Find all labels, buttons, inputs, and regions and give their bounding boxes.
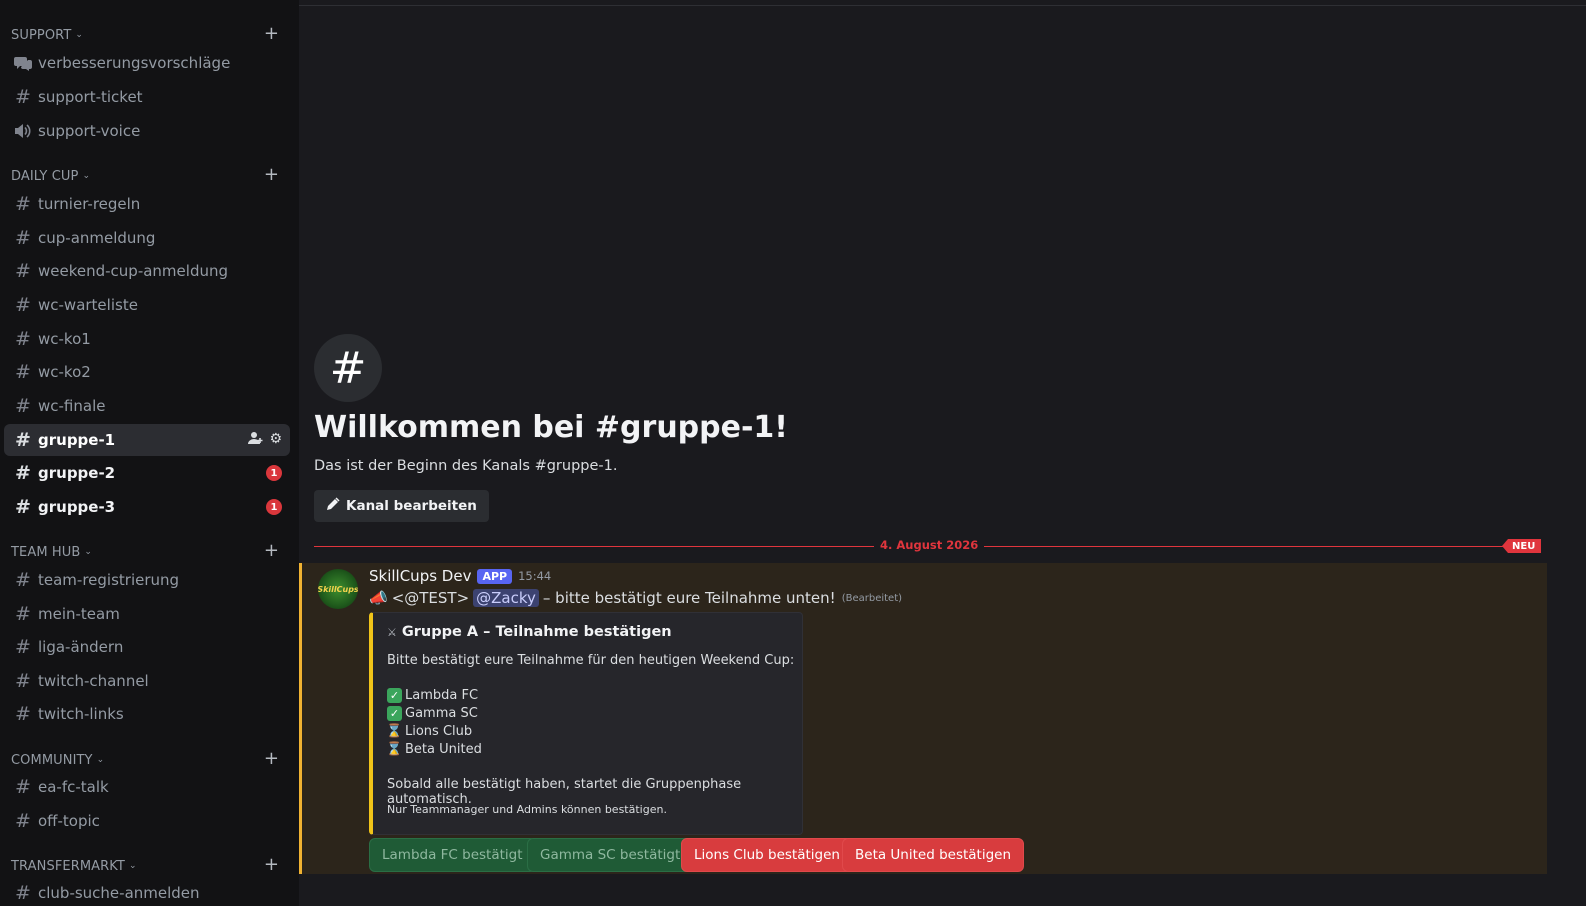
hash-icon: # <box>15 86 31 108</box>
hash-icon: # <box>15 603 31 625</box>
channel-mein-team[interactable]: # mein-team <box>4 598 290 630</box>
new-tag: NEU <box>1502 539 1542 553</box>
hash-icon: # <box>15 569 31 591</box>
unread-badge: 1 <box>266 465 282 481</box>
channel-wc-ko2[interactable]: # wc-ko2 <box>4 356 290 388</box>
channel-off-topic[interactable]: # off-topic <box>4 805 290 837</box>
hash-icon: # <box>15 703 31 725</box>
chevron-down-icon: ⌄ <box>128 861 137 871</box>
embed-card: ⚔ Gruppe A – Teilnahme bestätigen Bitte … <box>369 612 803 835</box>
speaker-icon <box>12 123 34 139</box>
channel-wc-warteliste[interactable]: # wc-warteliste <box>4 289 290 321</box>
hash-icon: # <box>15 882 31 904</box>
embed-title: ⚔ Gruppe A – Teilnahme bestätigen <box>387 624 672 640</box>
channel-weekend-cup-anmeldung[interactable]: # weekend-cup-anmeldung <box>4 255 290 287</box>
hash-icon: # <box>15 260 31 282</box>
category-support[interactable]: SUPPORT ⌄ + <box>11 24 289 45</box>
chevron-down-icon: ⌄ <box>75 30 84 40</box>
channel-ea-fc-talk[interactable]: # ea-fc-talk <box>4 771 290 803</box>
hash-icon: # <box>15 361 31 383</box>
invite-icon[interactable] <box>248 431 263 449</box>
channel-verbesserungsvorschlaege[interactable]: verbesserungsvorschläge <box>4 47 290 79</box>
unread-badge: 1 <box>266 499 282 515</box>
channel-wc-ko1[interactable]: # wc-ko1 <box>4 323 290 355</box>
category-community[interactable]: COMMUNITY ⌄ + <box>11 749 289 770</box>
hash-icon: # <box>15 193 31 215</box>
beta-united-confirm-button[interactable]: Beta United bestätigen <box>842 838 1025 872</box>
message-content: 📣 <@TEST> @Zacky – bitte bestätigt eure … <box>369 589 903 607</box>
welcome-subtitle: Das ist der Beginn des Kanals #gruppe-1. <box>314 458 618 474</box>
author-name[interactable]: SkillCups Dev <box>369 567 471 585</box>
add-channel-icon[interactable]: + <box>264 165 279 185</box>
hash-icon: # <box>15 496 31 518</box>
embed-description: Bitte bestätigt eure Teilnahme für den h… <box>387 653 795 668</box>
lambda-fc-confirmed-button[interactable]: Lambda FC bestätigt <box>369 838 536 872</box>
lions-club-confirm-button[interactable]: Lions Club bestätigen <box>681 838 853 872</box>
header-divider <box>299 5 1586 6</box>
channel-hash-icon: # <box>314 334 382 402</box>
hash-icon: # <box>15 776 31 798</box>
channel-cup-anmeldung[interactable]: # cup-anmeldung <box>4 222 290 254</box>
welcome-title: Willkommen bei #gruppe-1! <box>314 410 788 445</box>
hash-icon: # <box>15 670 31 692</box>
edited-label: (Bearbeitet) <box>841 592 903 604</box>
hash-icon: # <box>15 429 31 451</box>
channel-liga-aendern[interactable]: # liga-ändern <box>4 631 290 663</box>
swords-icon: ⚔ <box>387 625 397 639</box>
hash-icon: # <box>15 227 31 249</box>
team-row: ⌛ Lions Club <box>386 724 473 739</box>
chat-area: # Willkommen bei #gruppe-1! Das ist der … <box>299 0 1586 906</box>
divider-date: 4. August 2026 <box>874 538 985 552</box>
hash-icon: # <box>15 294 31 316</box>
hash-icon: # <box>15 636 31 658</box>
app-badge: APP <box>477 568 513 584</box>
channel-twitch-links[interactable]: # twitch-links <box>4 698 290 730</box>
channel-support-voice[interactable]: support-voice <box>4 115 290 147</box>
channel-team-registrierung[interactable]: # team-registrierung <box>4 564 290 596</box>
add-channel-icon[interactable]: + <box>264 749 279 769</box>
embed-footer-note: Nur Teammanager und Admins können bestät… <box>387 803 667 816</box>
add-channel-icon[interactable]: + <box>264 24 279 44</box>
message-item: SkillCups SkillCups Dev APP 15:44 📣 <@TE… <box>299 563 1547 874</box>
hourglass-icon: ⌛ <box>386 742 403 757</box>
channel-wc-finale[interactable]: # wc-finale <box>4 390 290 422</box>
check-icon: ✓ <box>387 706 402 721</box>
category-transfermarkt[interactable]: TRANSFERMARKT ⌄ + <box>11 855 289 876</box>
add-channel-icon[interactable]: + <box>264 855 279 875</box>
team-row: ✓ Gamma SC <box>387 706 478 721</box>
megaphone-icon: 📣 <box>369 589 388 607</box>
hourglass-icon: ⌛ <box>386 724 403 739</box>
user-mention[interactable]: @Zacky <box>473 589 539 607</box>
hash-icon: # <box>15 462 31 484</box>
message-header: SkillCups Dev APP 15:44 <box>369 567 551 585</box>
channel-turnier-regeln[interactable]: # turnier-regeln <box>4 188 290 220</box>
channel-gruppe-3[interactable]: # gruppe-3 1 <box>4 491 290 523</box>
chevron-down-icon: ⌄ <box>96 755 105 765</box>
channel-support-ticket[interactable]: # support-ticket <box>4 81 290 113</box>
chevron-down-icon: ⌄ <box>82 171 91 181</box>
channel-twitch-channel[interactable]: # twitch-channel <box>4 665 290 697</box>
channel-gruppe-2[interactable]: # gruppe-2 1 <box>4 457 290 489</box>
category-daily-cup[interactable]: DAILY CUP ⌄ + <box>11 165 289 186</box>
chevron-down-icon: ⌄ <box>84 547 93 557</box>
channel-club-suche-anmelden[interactable]: # club-suche-anmelden <box>4 877 290 906</box>
timestamp: 15:44 <box>518 569 552 583</box>
add-channel-icon[interactable]: + <box>264 541 279 561</box>
pencil-icon <box>326 497 340 515</box>
gamma-sc-confirmed-button[interactable]: Gamma SC bestätigt <box>527 838 694 872</box>
hash-icon: # <box>15 328 31 350</box>
hash-icon: # <box>15 810 31 832</box>
edit-channel-button[interactable]: Kanal bearbeiten <box>314 490 489 522</box>
channel-gruppe-1[interactable]: # gruppe-1 ⚙ <box>4 424 290 456</box>
channel-sidebar: SUPPORT ⌄ + verbesserungsvorschläge # su… <box>0 0 299 906</box>
gear-icon[interactable]: ⚙ <box>269 431 282 449</box>
category-team-hub[interactable]: TEAM HUB ⌄ + <box>11 541 289 562</box>
team-row: ✓ Lambda FC <box>387 688 478 703</box>
check-icon: ✓ <box>387 688 402 703</box>
team-row: ⌛ Beta United <box>386 742 482 757</box>
avatar[interactable]: SkillCups <box>318 569 358 609</box>
hash-icon: # <box>15 395 31 417</box>
forum-icon <box>12 55 34 71</box>
